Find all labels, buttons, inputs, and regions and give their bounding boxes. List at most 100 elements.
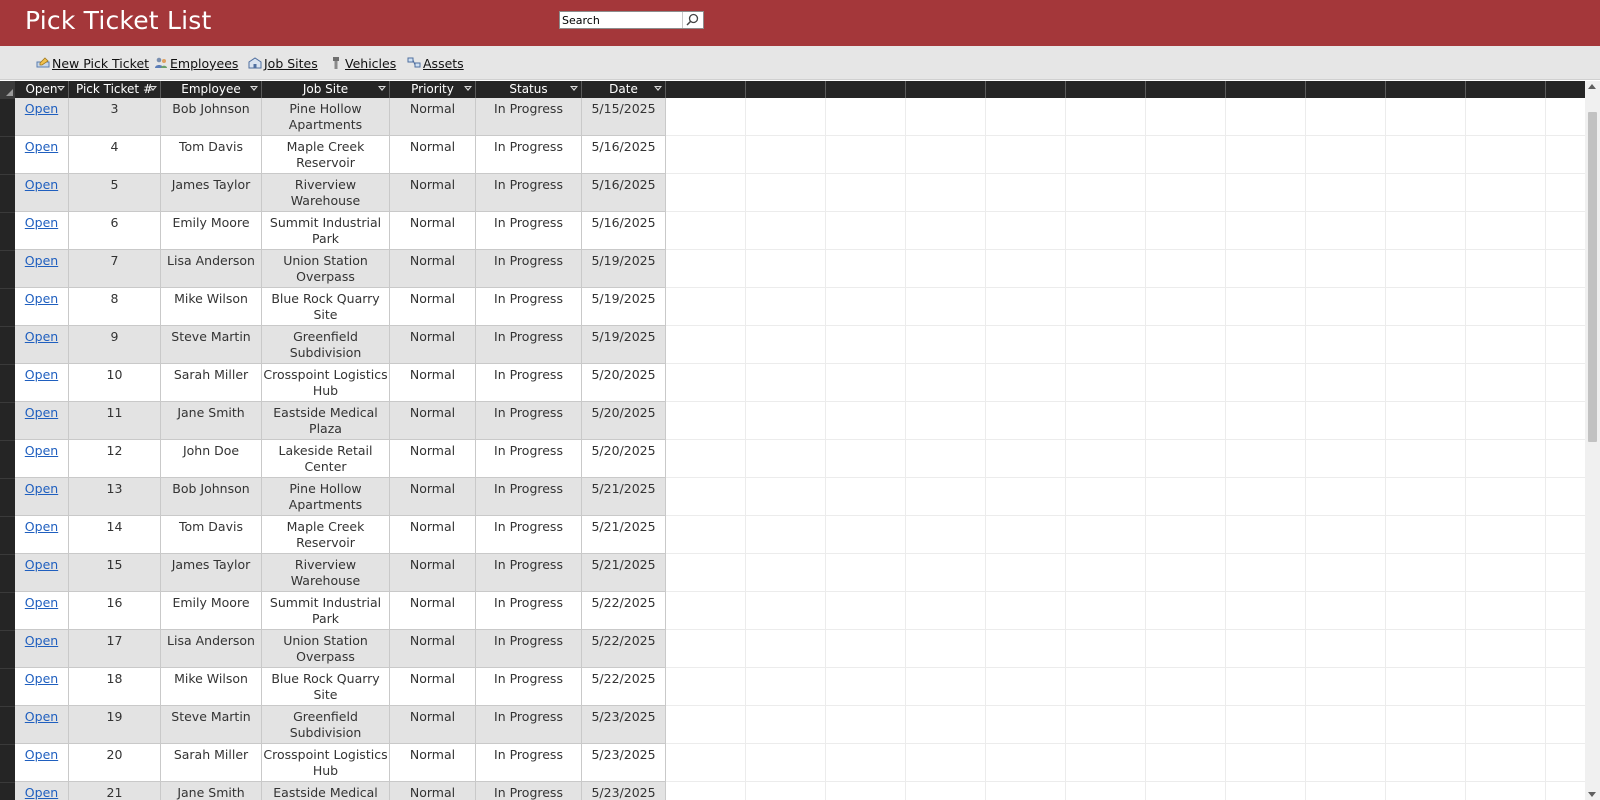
job-site-cell[interactable]: Union Station Overpass xyxy=(262,250,390,288)
date-cell[interactable]: 5/23/2025 xyxy=(582,744,666,782)
column-header-employee[interactable]: Employee xyxy=(161,81,262,98)
table-row[interactable]: Open 7 Lisa Anderson Union Station Overpass N… xyxy=(15,250,666,288)
date-cell[interactable]: 5/16/2025 xyxy=(582,212,666,250)
priority-cell[interactable]: Normal xyxy=(390,554,476,592)
status-cell[interactable]: In Progress xyxy=(476,250,582,288)
job-site-cell[interactable]: Lakeside Retail Center xyxy=(262,440,390,478)
table-row[interactable]: Open 19 Steve Martin Greenfield Subdivision… xyxy=(15,706,666,744)
priority-cell[interactable]: Normal xyxy=(390,782,476,800)
status-cell[interactable]: In Progress xyxy=(476,516,582,554)
table-row[interactable]: Open 14 Tom Davis Maple Creek Reservoir Norm… xyxy=(15,516,666,554)
filter-dropdown-icon[interactable] xyxy=(57,86,65,91)
table-row[interactable]: Open 20 Sarah Miller Crosspoint Logistics Hu… xyxy=(15,744,666,782)
scroll-up-arrow-icon[interactable] xyxy=(1588,84,1596,89)
priority-cell[interactable]: Normal xyxy=(390,402,476,440)
employee-cell[interactable]: Sarah Miller xyxy=(161,364,262,402)
priority-cell[interactable]: Normal xyxy=(390,136,476,174)
status-cell[interactable]: In Progress xyxy=(476,554,582,592)
ticket-cell[interactable]: 17 xyxy=(69,630,161,668)
status-cell[interactable]: In Progress xyxy=(476,326,582,364)
job-sites-button[interactable]: Job Sites xyxy=(248,54,318,72)
job-site-cell[interactable]: Riverview WarehouseB xyxy=(262,554,390,592)
job-site-cell[interactable]: Summit Industrial Park xyxy=(262,592,390,630)
table-row[interactable]: Open 13 Bob Johnson Pine Hollow Apartments No… xyxy=(15,478,666,516)
table-row[interactable]: Open 18 Mike Wilson Blue Rock Quarry Site No… xyxy=(15,668,666,706)
job-site-cell[interactable]: Eastside MedicalPlaza xyxy=(262,782,390,800)
open-link[interactable]: Open xyxy=(25,747,58,762)
priority-cell[interactable]: Normal xyxy=(390,630,476,668)
ticket-cell[interactable]: 6 xyxy=(69,212,161,250)
employee-cell[interactable]: Lisa Anderson xyxy=(161,630,262,668)
table-row[interactable]: Open 12 John Doe Lakeside Retail Center Norm… xyxy=(15,440,666,478)
open-link[interactable]: Open xyxy=(25,215,58,230)
date-cell[interactable]: 5/22/2025 xyxy=(582,668,666,706)
status-cell[interactable]: In Progress xyxy=(476,706,582,744)
status-cell[interactable]: In Progress xyxy=(476,782,582,800)
date-cell[interactable]: 5/19/2025 xyxy=(582,250,666,288)
table-row[interactable]: Open 16 Emily Moore Summit Industrial Park N… xyxy=(15,592,666,630)
ticket-cell[interactable]: 15 xyxy=(69,554,161,592)
priority-cell[interactable]: Normal xyxy=(390,516,476,554)
status-cell[interactable]: In Progress xyxy=(476,402,582,440)
date-cell[interactable]: 5/15/2025 xyxy=(582,98,666,136)
open-link[interactable]: Open xyxy=(25,177,58,192)
open-link[interactable]: Open xyxy=(25,519,58,534)
priority-cell[interactable]: Normal xyxy=(390,288,476,326)
table-row[interactable]: Open 15James TaylorRiverview WarehouseBNo… xyxy=(15,554,666,592)
table-row[interactable]: Open 9 Steve Martin Greenfield Subdivision N… xyxy=(15,326,666,364)
status-cell[interactable]: In Progress xyxy=(476,98,582,136)
record-selector[interactable] xyxy=(0,782,15,800)
job-site-cell[interactable]: Pine Hollow Apartments xyxy=(262,98,390,136)
ticket-cell[interactable]: 14 xyxy=(69,516,161,554)
record-selector[interactable] xyxy=(0,364,15,402)
priority-cell[interactable]: Normal xyxy=(390,98,476,136)
open-link[interactable]: Open xyxy=(25,367,58,382)
employee-cell[interactable]: James Taylor xyxy=(161,174,262,212)
filter-dropdown-icon[interactable] xyxy=(464,86,472,91)
open-link[interactable]: Open xyxy=(25,671,58,686)
status-cell[interactable]: In Progress xyxy=(476,668,582,706)
date-cell[interactable]: 5/21/2025 xyxy=(582,554,666,592)
filter-dropdown-icon[interactable] xyxy=(149,86,157,91)
date-cell[interactable]: 5/23/2025 xyxy=(582,706,666,744)
priority-cell[interactable]: Normal xyxy=(390,592,476,630)
column-header-job-site[interactable]: Job Site xyxy=(262,81,390,98)
ticket-cell[interactable]: 16 xyxy=(69,592,161,630)
status-cell[interactable]: In Progress xyxy=(476,592,582,630)
date-cell[interactable]: 5/23/2025 xyxy=(582,782,666,800)
ticket-cell[interactable]: 21 xyxy=(69,782,161,800)
search-box[interactable] xyxy=(559,11,704,29)
priority-cell[interactable]: Normal xyxy=(390,706,476,744)
scroll-thumb[interactable] xyxy=(1588,112,1597,442)
priority-cell[interactable]: Normal xyxy=(390,326,476,364)
job-site-cell[interactable]: Union Station Overpass xyxy=(262,630,390,668)
record-selector[interactable] xyxy=(0,174,15,212)
priority-cell[interactable]: Normal xyxy=(390,212,476,250)
ticket-cell[interactable]: 3 xyxy=(69,98,161,136)
employee-cell[interactable]: Mike Wilson xyxy=(161,668,262,706)
table-row[interactable]: Open 3 Bob Johnson Pine Hollow Apartments Nor… xyxy=(15,98,666,136)
ticket-cell[interactable]: 9 xyxy=(69,326,161,364)
ticket-cell[interactable]: 11 xyxy=(69,402,161,440)
open-link[interactable]: Open xyxy=(25,329,58,344)
record-selector[interactable] xyxy=(0,592,15,630)
employee-cell[interactable]: Emily Moore xyxy=(161,212,262,250)
priority-cell[interactable]: Normal xyxy=(390,174,476,212)
open-link[interactable]: Open xyxy=(25,709,58,724)
job-site-cell[interactable]: Pine Hollow Apartments xyxy=(262,478,390,516)
job-site-cell[interactable]: Maple Creek Reservoir xyxy=(262,136,390,174)
table-row[interactable]: Open 4 Tom Davis Maple Creek Reservoir Norma… xyxy=(15,136,666,174)
employees-button[interactable]: Employees xyxy=(154,54,238,72)
ticket-cell[interactable]: 20 xyxy=(69,744,161,782)
ticket-cell[interactable]: 19 xyxy=(69,706,161,744)
vehicles-button[interactable]: Vehicles xyxy=(329,54,396,72)
table-row[interactable]: Open 6 Emily Moore Summit Industrial Park No… xyxy=(15,212,666,250)
table-row[interactable]: Open 21Jane SmithEastside MedicalPlazaNor… xyxy=(15,782,666,800)
employee-cell[interactable]: Steve Martin xyxy=(161,326,262,364)
date-cell[interactable]: 5/22/2025 xyxy=(582,592,666,630)
record-selector[interactable] xyxy=(0,98,15,136)
record-selector[interactable] xyxy=(0,250,15,288)
job-site-cell[interactable]: Blue Rock Quarry Site xyxy=(262,288,390,326)
priority-cell[interactable]: Normal xyxy=(390,478,476,516)
employee-cell[interactable]: Jane Smith xyxy=(161,402,262,440)
